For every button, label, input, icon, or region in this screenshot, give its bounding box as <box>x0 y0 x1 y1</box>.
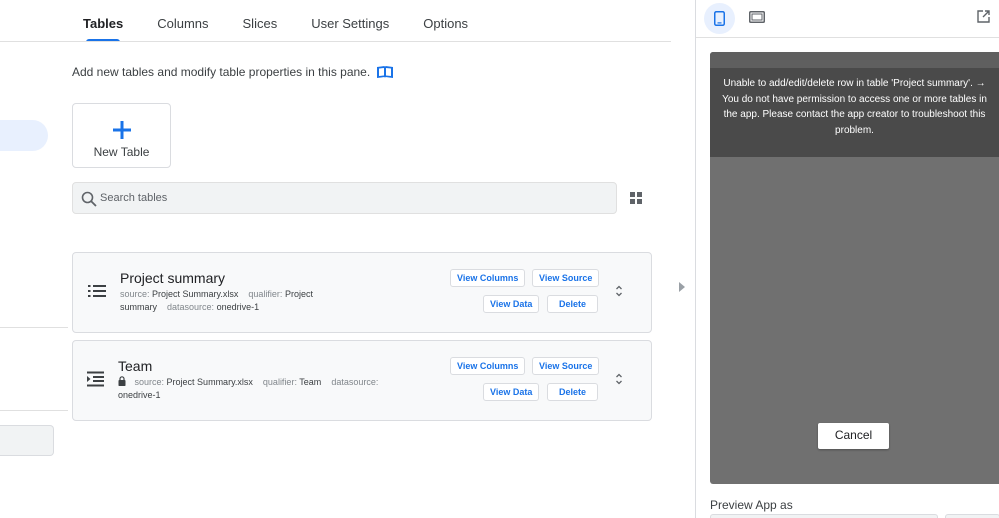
error-message: Unable to add/edit/delete row in table '… <box>710 68 999 157</box>
source-key: source: <box>120 289 150 299</box>
preview-apply-button[interactable] <box>945 514 999 518</box>
new-table-label: New Table <box>93 145 150 159</box>
device-status-bar <box>710 52 999 68</box>
phone-icon <box>714 11 725 26</box>
tab-tables[interactable]: Tables <box>66 0 140 42</box>
view-data-button[interactable]: View Data <box>483 383 540 401</box>
tab-divider <box>0 41 671 42</box>
chevron-right-icon[interactable] <box>678 282 686 292</box>
app-editor: Tables Columns Slices User Settings Opti… <box>0 0 999 518</box>
view-data-button[interactable]: View Data <box>483 295 540 313</box>
tablet-icon[interactable] <box>749 11 765 23</box>
view-columns-button[interactable]: View Columns <box>450 357 526 375</box>
preview-toolbar <box>696 0 999 38</box>
list-icon <box>88 285 106 297</box>
open-in-new-icon[interactable] <box>977 10 990 23</box>
table-card-team[interactable]: Team source: Project Summary.xlsx qualif… <box>72 340 652 421</box>
qualifier-value: Team <box>299 377 322 387</box>
source-key: source: <box>134 377 165 387</box>
preview-as-field[interactable] <box>710 514 938 518</box>
search-input[interactable] <box>100 183 600 213</box>
datasource-key: datasource: <box>331 377 379 387</box>
intro-text: Add new tables and modify table properti… <box>72 65 394 79</box>
delete-button[interactable]: Delete <box>547 295 598 313</box>
grid-view-icon[interactable] <box>630 192 642 204</box>
view-source-button[interactable]: View Source <box>532 357 600 375</box>
tab-bar: Tables Columns Slices User Settings Opti… <box>66 0 485 42</box>
search-bar <box>72 182 617 214</box>
tab-options[interactable]: Options <box>406 0 485 42</box>
delete-button[interactable]: Delete <box>547 383 598 401</box>
tab-slices[interactable]: Slices <box>226 0 295 42</box>
sidebar-item-active[interactable] <box>0 120 48 151</box>
datasource-key: datasource: <box>167 302 215 312</box>
tab-user-settings[interactable]: User Settings <box>294 0 406 42</box>
preview-as-label: Preview App as <box>710 498 793 512</box>
phone-view-button[interactable] <box>704 3 735 34</box>
plus-icon <box>113 121 131 139</box>
qualifier-value-cont: summary <box>120 302 158 312</box>
sidebar-divider <box>0 327 68 328</box>
unfold-icon[interactable] <box>615 373 623 385</box>
datasource-value: onedrive-1 <box>118 390 161 400</box>
tab-columns[interactable]: Columns <box>140 0 225 42</box>
table-meta: source: Project Summary.xlsx qualifier: … <box>118 376 418 402</box>
qualifier-key: qualifier: <box>262 377 297 387</box>
book-icon[interactable] <box>376 65 394 79</box>
table-name: Team <box>118 358 153 374</box>
sidebar-divider <box>0 410 68 411</box>
preview-panel: Unable to add/edit/delete row in table '… <box>695 0 999 518</box>
qualifier-value: Project <box>284 289 313 299</box>
table-name: Project summary <box>120 270 226 286</box>
device-preview: Unable to add/edit/delete row in table '… <box>710 52 999 484</box>
qualifier-key: qualifier: <box>248 289 283 299</box>
datasource-value: onedrive-1 <box>216 302 260 312</box>
search-icon <box>81 191 97 207</box>
lock-icon <box>118 376 126 386</box>
intro-label: Add new tables and modify table properti… <box>72 65 371 79</box>
source-value: Project Summary.xlsx <box>152 289 239 299</box>
unfold-icon[interactable] <box>615 285 623 297</box>
new-table-button[interactable]: New Table <box>72 103 171 168</box>
table-card-project-summary[interactable]: Project summary source: Project Summary.… <box>72 252 652 333</box>
sidebar-button[interactable] <box>0 425 54 456</box>
cancel-button[interactable]: Cancel <box>818 423 889 449</box>
view-columns-button[interactable]: View Columns <box>450 269 526 287</box>
source-value: Project Summary.xlsx <box>166 377 253 387</box>
list-indent-icon <box>87 371 104 387</box>
table-meta: source: Project Summary.xlsx qualifier: … <box>120 288 355 314</box>
view-source-button[interactable]: View Source <box>532 269 600 287</box>
